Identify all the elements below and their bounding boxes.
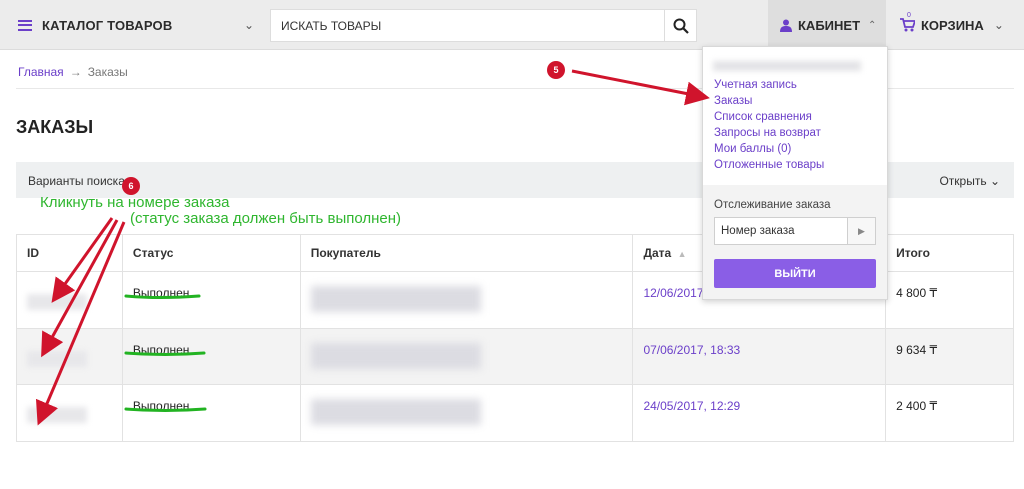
account-menu-list: Учетная запись Заказы Список сравнения З… <box>714 77 824 173</box>
menu-item-orders[interactable]: Заказы <box>714 93 824 109</box>
cart-count-badge: 0 <box>907 12 911 19</box>
order-tracking-box: ▶ <box>714 217 876 245</box>
cart-label: КОРЗИНА <box>921 17 984 33</box>
page: КАТАЛОГ ТОВАРОВ ⌄ КАБИНЕТ ⌃ 0 <box>0 0 1024 489</box>
cabinet-label: КАБИНЕТ <box>798 17 861 33</box>
order-date: 07/06/2017, 18:33 <box>632 327 887 386</box>
order-total: 9 634 ₸ <box>885 327 1014 386</box>
play-icon: ▶ <box>858 225 865 236</box>
search-options-open-button[interactable]: Открыть ⌄ <box>939 174 1000 188</box>
date-header-label: Дата <box>643 246 672 260</box>
order-id-cell[interactable] <box>16 271 123 329</box>
open-label: Открыть <box>939 174 987 188</box>
search-box <box>270 9 697 42</box>
order-buyer <box>299 271 634 329</box>
top-bar: КАТАЛОГ ТОВАРОВ ⌄ КАБИНЕТ ⌃ 0 <box>0 0 1024 50</box>
order-tracking-section: Отслеживание заказа ▶ ВЫЙТИ <box>703 185 887 299</box>
order-id-link[interactable] <box>27 407 87 424</box>
order-id-cell[interactable] <box>16 384 123 443</box>
order-tracking-label: Отслеживание заказа <box>714 199 831 211</box>
catalog-label: КАТАЛОГ ТОВАРОВ <box>42 17 173 33</box>
cart-button[interactable]: 0 КОРЗИНА ⌄ <box>900 0 1024 50</box>
sort-asc-icon: ▲ <box>677 249 687 259</box>
chevron-down-icon: ⌄ <box>989 174 1000 188</box>
annotation-arrow-to-orders <box>571 69 710 106</box>
menu-item-wishlist[interactable]: Отложенные товары <box>714 157 824 173</box>
buyer-redacted <box>310 286 481 312</box>
user-icon <box>780 19 792 32</box>
order-status: Выполнен <box>121 271 301 329</box>
buyer-redacted <box>310 399 481 426</box>
menu-item-points[interactable]: Мои баллы (0) <box>714 141 824 157</box>
order-buyer <box>299 384 634 443</box>
chevron-down-icon: ⌄ <box>243 18 254 32</box>
order-number-input[interactable] <box>715 218 847 244</box>
table-row: Выполнен 24/05/2017, 12:29 2 400 ₸ <box>16 384 1014 443</box>
order-status: Выполнен <box>121 384 301 443</box>
column-header-id[interactable]: ID <box>16 234 123 272</box>
page-title: ЗАКАЗЫ <box>16 117 94 137</box>
column-header-total[interactable]: Итого <box>885 234 1014 272</box>
search-options-label: Варианты поиска <box>28 174 125 188</box>
order-id-cell[interactable] <box>16 327 123 386</box>
account-dropdown: Учетная запись Заказы Список сравнения З… <box>702 46 888 300</box>
search-icon <box>673 18 689 34</box>
order-buyer <box>299 327 634 386</box>
cabinet-button[interactable]: КАБИНЕТ ⌃ <box>768 0 886 50</box>
menu-item-compare[interactable]: Список сравнения <box>714 109 824 125</box>
chevron-down-icon: ⌄ <box>993 18 1004 32</box>
order-total: 2 400 ₸ <box>885 384 1014 443</box>
table-row: Выполнен 07/06/2017, 18:33 9 634 ₸ <box>16 327 1014 386</box>
account-name-redacted <box>713 61 861 71</box>
annotation-instruction-line2: (статус заказа должен быть выполнен) <box>130 210 402 227</box>
step-5-badge: 5 <box>547 61 565 79</box>
chevron-up-icon: ⌃ <box>868 19 877 31</box>
cart-icon <box>900 18 915 32</box>
order-date: 24/05/2017, 12:29 <box>632 384 887 443</box>
hamburger-icon <box>18 19 32 31</box>
order-status: Выполнен <box>121 327 301 386</box>
column-header-status[interactable]: Статус <box>121 234 301 272</box>
step-6-badge: 6 <box>122 177 140 195</box>
search-button[interactable] <box>664 10 696 41</box>
column-header-buyer[interactable]: Покупатель <box>299 234 634 272</box>
menu-item-returns[interactable]: Запросы на возврат <box>714 125 824 141</box>
search-input[interactable] <box>271 10 664 41</box>
menu-item-account[interactable]: Учетная запись <box>714 77 824 93</box>
breadcrumb-home-link[interactable]: Главная <box>18 65 64 79</box>
order-id-link[interactable] <box>27 294 87 310</box>
buyer-redacted <box>310 342 481 369</box>
annotation-instruction-line1: Кликнуть на номере заказа <box>40 194 230 211</box>
track-submit-button[interactable]: ▶ <box>847 218 875 244</box>
logout-button[interactable]: ВЫЙТИ <box>714 259 876 288</box>
catalog-menu-button[interactable]: КАТАЛОГ ТОВАРОВ ⌄ <box>18 0 254 50</box>
order-id-link[interactable] <box>27 350 87 367</box>
order-total: 4 800 ₸ <box>885 271 1014 329</box>
breadcrumb-separator: → <box>69 65 82 79</box>
breadcrumb-current: Заказы <box>87 65 128 79</box>
breadcrumb: Главная → Заказы <box>18 65 128 79</box>
